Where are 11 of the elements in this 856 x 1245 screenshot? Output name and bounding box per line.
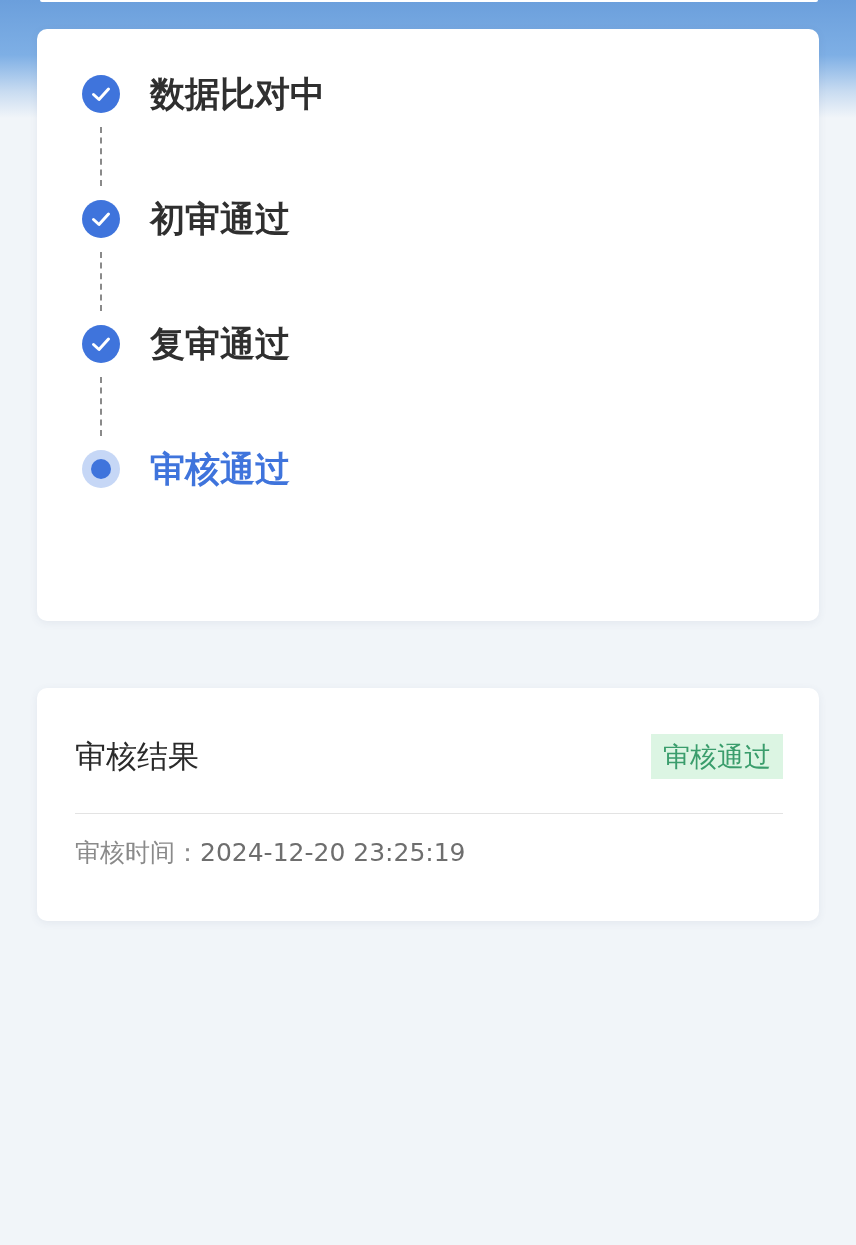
status-tag: 审核通过 — [651, 734, 783, 779]
time-value: 2024-12-20 23:25:19 — [200, 837, 466, 867]
step-label: 数据比对中 — [150, 74, 325, 114]
result-title: 审核结果 — [75, 736, 199, 776]
step-label: 复审通过 — [150, 324, 290, 364]
dashed-connector — [100, 377, 102, 436]
dashed-connector — [100, 252, 102, 311]
step-label: 审核通过 — [150, 449, 290, 489]
step-label: 初审通过 — [150, 199, 290, 239]
dashed-connector — [100, 127, 102, 186]
time-label: 审核时间： — [75, 836, 200, 869]
